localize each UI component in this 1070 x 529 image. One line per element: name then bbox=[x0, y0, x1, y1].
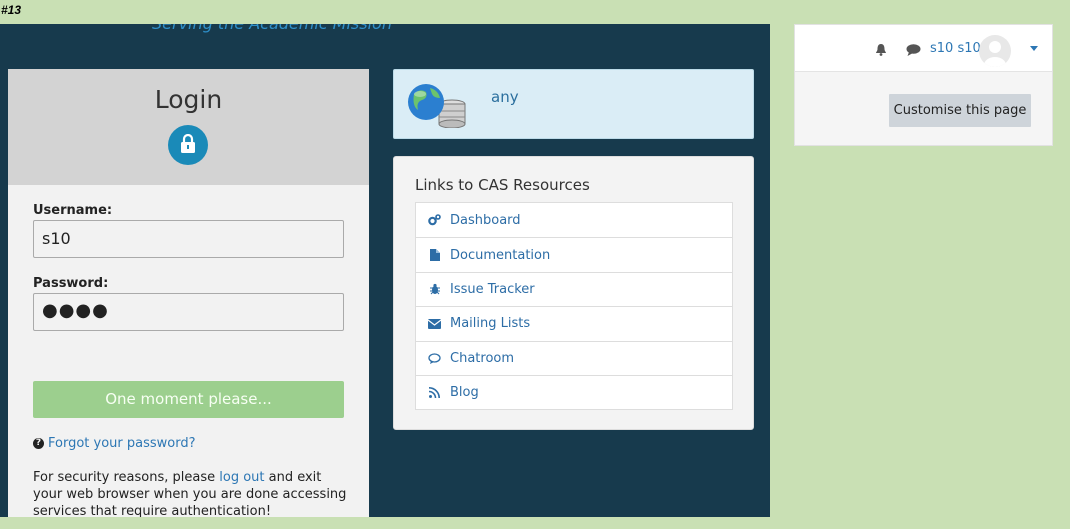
logout-link[interactable]: log out bbox=[219, 470, 264, 485]
link-documentation[interactable]: Documentation bbox=[416, 237, 732, 271]
question-circle-icon: ? bbox=[33, 438, 44, 449]
banner-text: Serving the Academic Mission bbox=[152, 24, 392, 33]
lock-icon bbox=[168, 125, 208, 165]
link-label[interactable]: Issue Tracker bbox=[450, 282, 535, 297]
link-label[interactable]: Blog bbox=[450, 385, 479, 400]
message-icon[interactable] bbox=[906, 44, 921, 56]
password-label: Password: bbox=[33, 276, 109, 291]
envelope-icon bbox=[428, 317, 441, 330]
login-panel: Login Username: s10 Password: ●●●● One m… bbox=[8, 69, 369, 517]
bug-icon bbox=[428, 283, 441, 296]
link-mailing-lists[interactable]: Mailing Lists bbox=[416, 306, 732, 340]
link-label[interactable]: Dashboard bbox=[450, 213, 521, 228]
security-notice: For security reasons, please log out and… bbox=[33, 469, 353, 517]
user-panel: s10 s10 Customise this page bbox=[794, 24, 1053, 146]
globe-database-icon bbox=[408, 84, 466, 128]
forgot-password-label[interactable]: Forgot your password? bbox=[48, 436, 196, 451]
links-title: Links to CAS Resources bbox=[415, 176, 590, 194]
links-box: Links to CAS Resources Dashboard Documen… bbox=[393, 156, 754, 430]
link-blog[interactable]: Blog bbox=[416, 374, 732, 409]
info-box: any bbox=[393, 69, 754, 139]
username-label: Username: bbox=[33, 203, 113, 218]
file-icon bbox=[428, 249, 441, 262]
link-label[interactable]: Chatroom bbox=[450, 351, 514, 366]
link-chatroom[interactable]: Chatroom bbox=[416, 340, 732, 375]
user-menu-bar: s10 s10 bbox=[795, 25, 1052, 72]
frame-tag: #13 bbox=[1, 3, 22, 17]
bell-icon[interactable] bbox=[875, 43, 887, 56]
rss-icon bbox=[428, 386, 441, 399]
cogs-icon bbox=[428, 214, 441, 227]
security-prefix: For security reasons, please bbox=[33, 470, 220, 485]
submit-button[interactable]: One moment please... bbox=[33, 381, 344, 418]
comment-icon bbox=[428, 352, 441, 365]
login-title: Login bbox=[154, 85, 223, 114]
link-label[interactable]: Documentation bbox=[450, 248, 550, 263]
link-label[interactable]: Mailing Lists bbox=[450, 316, 530, 331]
customise-page-button[interactable]: Customise this page bbox=[889, 94, 1031, 127]
links-list: Dashboard Documentation Issue Tracker Ma… bbox=[415, 202, 733, 411]
link-dashboard[interactable]: Dashboard bbox=[416, 203, 732, 237]
chevron-down-icon[interactable] bbox=[1030, 46, 1038, 51]
user-name[interactable]: s10 s10 bbox=[930, 41, 981, 56]
cas-login-frame: Serving the Academic Mission Login Usern… bbox=[0, 24, 770, 517]
login-header: Login bbox=[8, 69, 369, 185]
forgot-password-link[interactable]: ? Forgot your password? bbox=[33, 436, 196, 451]
password-field[interactable]: ●●●● bbox=[33, 293, 344, 331]
link-issue-tracker[interactable]: Issue Tracker bbox=[416, 271, 732, 306]
avatar[interactable] bbox=[979, 35, 1011, 67]
info-text: any bbox=[491, 88, 519, 106]
username-field[interactable]: s10 bbox=[33, 220, 344, 258]
